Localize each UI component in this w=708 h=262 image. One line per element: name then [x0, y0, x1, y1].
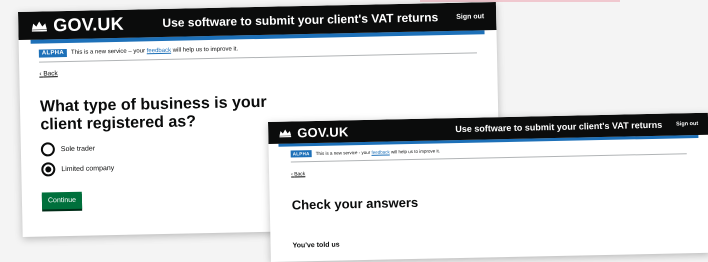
- alpha-tag: ALPHA: [290, 150, 312, 158]
- crown-icon: [31, 21, 47, 32]
- screenshot-check-answers: GOV.UK Use software to submit your clien…: [268, 112, 708, 262]
- page-question: What type of business is your client reg…: [39, 93, 267, 134]
- back-link-label: Back: [294, 171, 306, 178]
- service-name[interactable]: Use software to submit your client's VAT…: [455, 120, 662, 134]
- decorative-line: [420, 0, 620, 2]
- sign-out-link[interactable]: Sign out: [456, 13, 484, 21]
- phase-text-after: will help us to improve it.: [172, 46, 239, 54]
- sign-out-link[interactable]: Sign out: [676, 121, 698, 127]
- feedback-link[interactable]: feedback: [147, 48, 171, 55]
- govuk-logo[interactable]: GOV.UK: [53, 13, 124, 35]
- alpha-tag: ALPHA: [38, 48, 68, 58]
- phase-text-before: This is a new service - your: [315, 149, 371, 157]
- radio-button-selected[interactable]: [41, 162, 56, 177]
- page-heading: Check your answers: [291, 194, 419, 213]
- phase-text-after: will help us to improve it.: [390, 148, 441, 155]
- feedback-link[interactable]: feedback: [371, 149, 389, 154]
- back-link[interactable]: ‹ Back: [39, 70, 58, 77]
- summary-subheading: You've told us: [292, 241, 340, 250]
- radio-button[interactable]: [40, 142, 56, 157]
- govuk-logo[interactable]: GOV.UK: [297, 124, 349, 140]
- back-link[interactable]: ‹ Back: [291, 171, 305, 177]
- back-link-label: Back: [43, 70, 58, 78]
- radio-label: Sole trader: [60, 144, 96, 153]
- phase-banner: ALPHA This is a new service - your feedb…: [290, 142, 687, 163]
- crown-icon: [279, 129, 292, 138]
- phase-banner: ALPHA This is a new service – your feedb…: [38, 40, 477, 63]
- radio-label: Limited company: [61, 164, 115, 173]
- phase-text-before: This is a new service – your: [70, 48, 146, 56]
- service-name[interactable]: Use software to submit your client's VAT…: [162, 10, 438, 30]
- continue-button[interactable]: Continue: [41, 191, 83, 210]
